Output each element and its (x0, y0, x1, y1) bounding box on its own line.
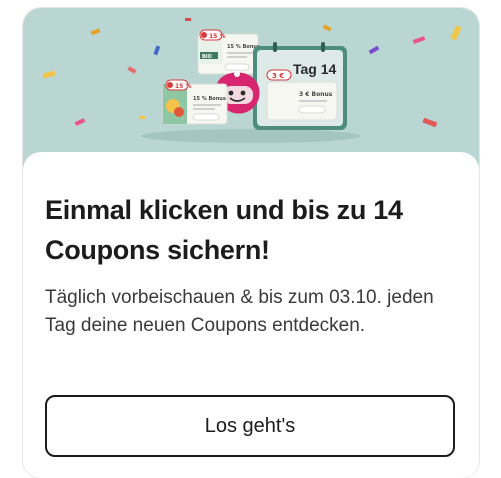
coupon-mid-brand: BIO (202, 54, 212, 60)
coupon-mid-badge: 15 % (209, 33, 225, 40)
coupon-card-middle: 15 % BIO 15 % Bonus (197, 29, 260, 75)
promo-headline: Einmal klicken und bis zu 14 Coupons sic… (45, 195, 403, 265)
calendar-bonus-text: 3 € Bonus (299, 91, 333, 98)
confetti (42, 70, 56, 79)
coupon-card-left: 15 % 15 % Bonus (162, 79, 228, 125)
start-button[interactable]: Los geht's (45, 395, 455, 457)
calendar-day-label: Tag 14 (293, 61, 337, 77)
promo-content: Einmal klicken und bis zu 14 Coupons sic… (23, 152, 479, 478)
confetti (368, 45, 380, 55)
confetti (185, 18, 191, 21)
coupon-left-badge: 15 % (175, 83, 191, 90)
confetti (127, 66, 137, 74)
promo-description: Täglich vorbeischauen & bis zum 03.10. j… (45, 287, 434, 336)
confetti (412, 36, 426, 44)
calendar-price-badge: 3 € (272, 72, 284, 80)
confetti (422, 117, 438, 128)
coupon-left-title: 15 % Bonus (193, 96, 226, 102)
confetti (450, 25, 462, 41)
confetti (74, 118, 86, 126)
promo-card: 15 % BIO 15 % Bonus Tag 14 3 € 3 € Bonus (23, 8, 479, 478)
calendar-card: Tag 14 3 € 3 € Bonus (253, 42, 347, 130)
confetti (153, 45, 161, 56)
confetti (322, 24, 332, 32)
shadow (141, 129, 361, 143)
confetti (139, 116, 145, 119)
confetti (90, 28, 101, 36)
